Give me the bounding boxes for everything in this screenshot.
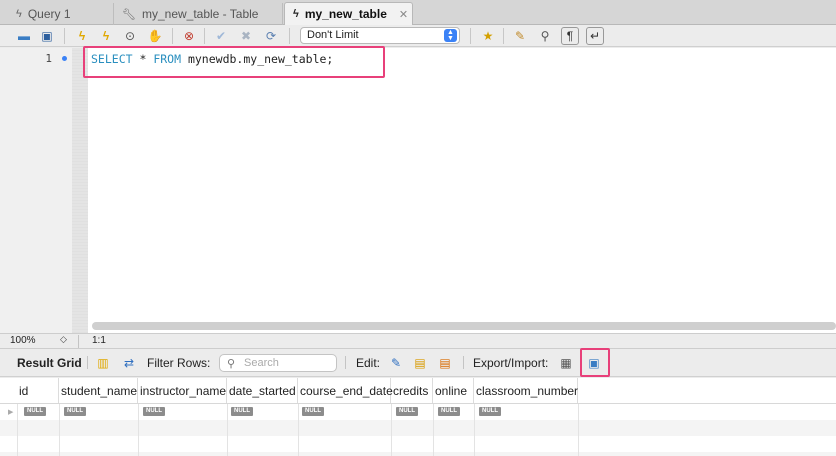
column-header[interactable]: id: [17, 378, 59, 404]
editor-gutter: 1: [0, 48, 88, 333]
toolbar-divider: [503, 28, 504, 44]
grid-line: [298, 404, 299, 456]
add-row-icon[interactable]: ▤: [412, 355, 428, 371]
tab-label: my_new_table: [304, 7, 387, 21]
null-cell[interactable]: NULL: [479, 407, 501, 416]
result-grid[interactable]: id student_name instructor_name date_sta…: [0, 378, 836, 456]
wrap-icon[interactable]: ↵: [586, 27, 604, 45]
column-header[interactable]: instructor_name: [138, 378, 227, 404]
wrench-icon: 🔧︎: [122, 8, 136, 21]
tab-bar: ϟ Query 1 🔧︎ my_new_table - Table ϟ my_n…: [0, 0, 836, 25]
statement-marker-icon: [62, 56, 67, 61]
column-header[interactable]: classroom_number: [474, 378, 578, 404]
sql-editor[interactable]: 1 SELECT * FROM mynewdb.my_new_table;: [0, 48, 836, 333]
table-row[interactable]: [0, 452, 836, 456]
table-row[interactable]: NULL NULL NULL NULL NULL NULL NULL NULL: [0, 404, 836, 420]
filter-rows-label: Filter Rows:: [147, 356, 211, 370]
table-row[interactable]: [0, 436, 836, 452]
horizontal-scrollbar[interactable]: [92, 322, 836, 330]
null-cell[interactable]: NULL: [396, 407, 418, 416]
tab-table-editor[interactable]: 🔧︎ my_new_table - Table: [114, 3, 283, 25]
grid-line: [138, 404, 139, 456]
open-folder-icon[interactable]: ▬: [15, 27, 33, 45]
find-icon[interactable]: ⚲: [536, 27, 554, 45]
grid-line: [391, 404, 392, 456]
stop-icon[interactable]: ✋: [146, 27, 164, 45]
delete-row-icon[interactable]: ▤: [437, 355, 453, 371]
null-cell[interactable]: NULL: [24, 407, 46, 416]
table-row[interactable]: [0, 420, 836, 436]
grid-line: [433, 404, 434, 456]
column-header[interactable]: date_started: [227, 378, 298, 404]
beautify-icon[interactable]: ✎: [511, 27, 529, 45]
grid-layout-icon[interactable]: ▥: [95, 355, 111, 371]
column-header[interactable]: course_end_date: [298, 378, 393, 404]
zoom-level[interactable]: 100%: [10, 335, 36, 346]
result-toolbar: Result Grid ▥ ⇄ Filter Rows: ⚲ Search Ed…: [0, 350, 836, 377]
query-highlight-box: [83, 46, 385, 78]
tab-label: my_new_table - Table: [141, 7, 259, 21]
edit-label: Edit:: [356, 356, 381, 370]
toolbar-divider: [345, 356, 346, 369]
null-cell[interactable]: NULL: [231, 407, 253, 416]
rollback-icon[interactable]: ✖: [237, 27, 255, 45]
explain-icon[interactable]: ⊙: [121, 27, 139, 45]
edit-row-icon[interactable]: ✎: [388, 355, 404, 371]
limit-rows-select[interactable]: Don't Limit ▲ ▼: [300, 27, 460, 44]
execute-icon[interactable]: ϟ: [73, 27, 91, 45]
commit-icon[interactable]: ✔: [212, 27, 230, 45]
null-cell[interactable]: NULL: [438, 407, 460, 416]
result-grid-label[interactable]: Result Grid: [17, 356, 82, 370]
toolbar-divider: [87, 356, 88, 369]
lightning-icon: ϟ: [16, 8, 22, 20]
null-cell[interactable]: NULL: [143, 407, 165, 416]
toolbar-divider: [204, 28, 205, 44]
tab-label: Query 1: [27, 7, 71, 21]
zoom-stepper-icon[interactable]: ◇: [60, 334, 67, 345]
column-header[interactable]: online: [433, 378, 474, 404]
limit-value: Don't Limit: [307, 29, 359, 41]
grid-line: [227, 404, 228, 456]
status-divider: [78, 335, 79, 348]
toolbar-divider: [289, 28, 290, 44]
toolbar-divider: [463, 356, 464, 369]
toolbar-divider: [470, 28, 471, 44]
line-number: 1: [45, 52, 52, 65]
autocommit-icon[interactable]: ⟳: [262, 27, 280, 45]
chevron-updown-icon: ▲ ▼: [444, 29, 457, 42]
tab-query-1[interactable]: ϟ Query 1: [8, 3, 114, 25]
toolbar-divider: [64, 28, 65, 44]
export-import-label: Export/Import:: [473, 356, 549, 370]
import-highlight-box: [580, 348, 610, 377]
search-icon: ⚲: [227, 358, 236, 370]
tab-my-new-table[interactable]: ϟ my_new_table ✕: [284, 2, 413, 25]
lightning-icon: ϟ: [293, 8, 299, 20]
grid-line: [578, 404, 579, 456]
toggle-error-icon[interactable]: ⊗: [180, 27, 198, 45]
search-placeholder: Search: [244, 357, 279, 369]
close-icon[interactable]: ✕: [399, 8, 408, 21]
refresh-icon[interactable]: ⇄: [121, 355, 137, 371]
fold-stripe: [72, 48, 88, 333]
invisibles-icon[interactable]: ¶: [561, 27, 579, 45]
bookmark-icon[interactable]: ★: [479, 27, 497, 45]
filter-search-input[interactable]: ⚲ Search: [219, 354, 337, 372]
save-icon[interactable]: ▣: [38, 27, 56, 45]
row-indicator-icon: ▶: [8, 409, 14, 416]
grid-line: [17, 404, 18, 456]
export-icon[interactable]: ▦: [558, 355, 574, 371]
grid-line: [474, 404, 475, 456]
null-cell[interactable]: NULL: [302, 407, 324, 416]
column-header[interactable]: credits: [391, 378, 433, 404]
null-cell[interactable]: NULL: [64, 407, 86, 416]
cursor-position: 1:1: [92, 335, 106, 346]
column-header[interactable]: student_name: [59, 378, 138, 404]
toolbar-divider: [172, 28, 173, 44]
execute-current-icon[interactable]: ϟ: [97, 27, 115, 45]
grid-line: [59, 404, 60, 456]
editor-status-bar: 100% ◇ 1:1: [0, 333, 836, 349]
